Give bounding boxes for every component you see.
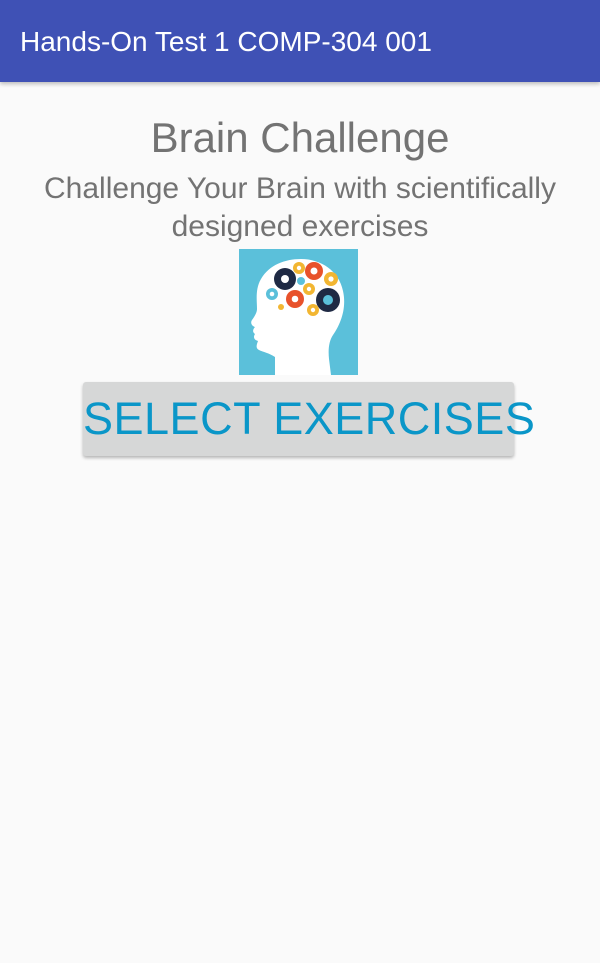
app-bar-title: Hands-On Test 1 COMP-304 001 <box>20 26 432 57</box>
brain-gears-icon <box>239 249 358 375</box>
app-bar: Hands-On Test 1 COMP-304 001 <box>0 0 600 82</box>
page-subtitle: Challenge Your Brain with scientifically… <box>44 172 556 243</box>
select-exercises-label: SELECT EXERCISES <box>83 393 536 444</box>
page-title: Brain Challenge <box>150 114 450 161</box>
select-exercises-button[interactable]: SELECT EXERCISES <box>83 382 536 456</box>
main-content: Brain Challenge Challenge Your Brain wit… <box>0 82 600 963</box>
